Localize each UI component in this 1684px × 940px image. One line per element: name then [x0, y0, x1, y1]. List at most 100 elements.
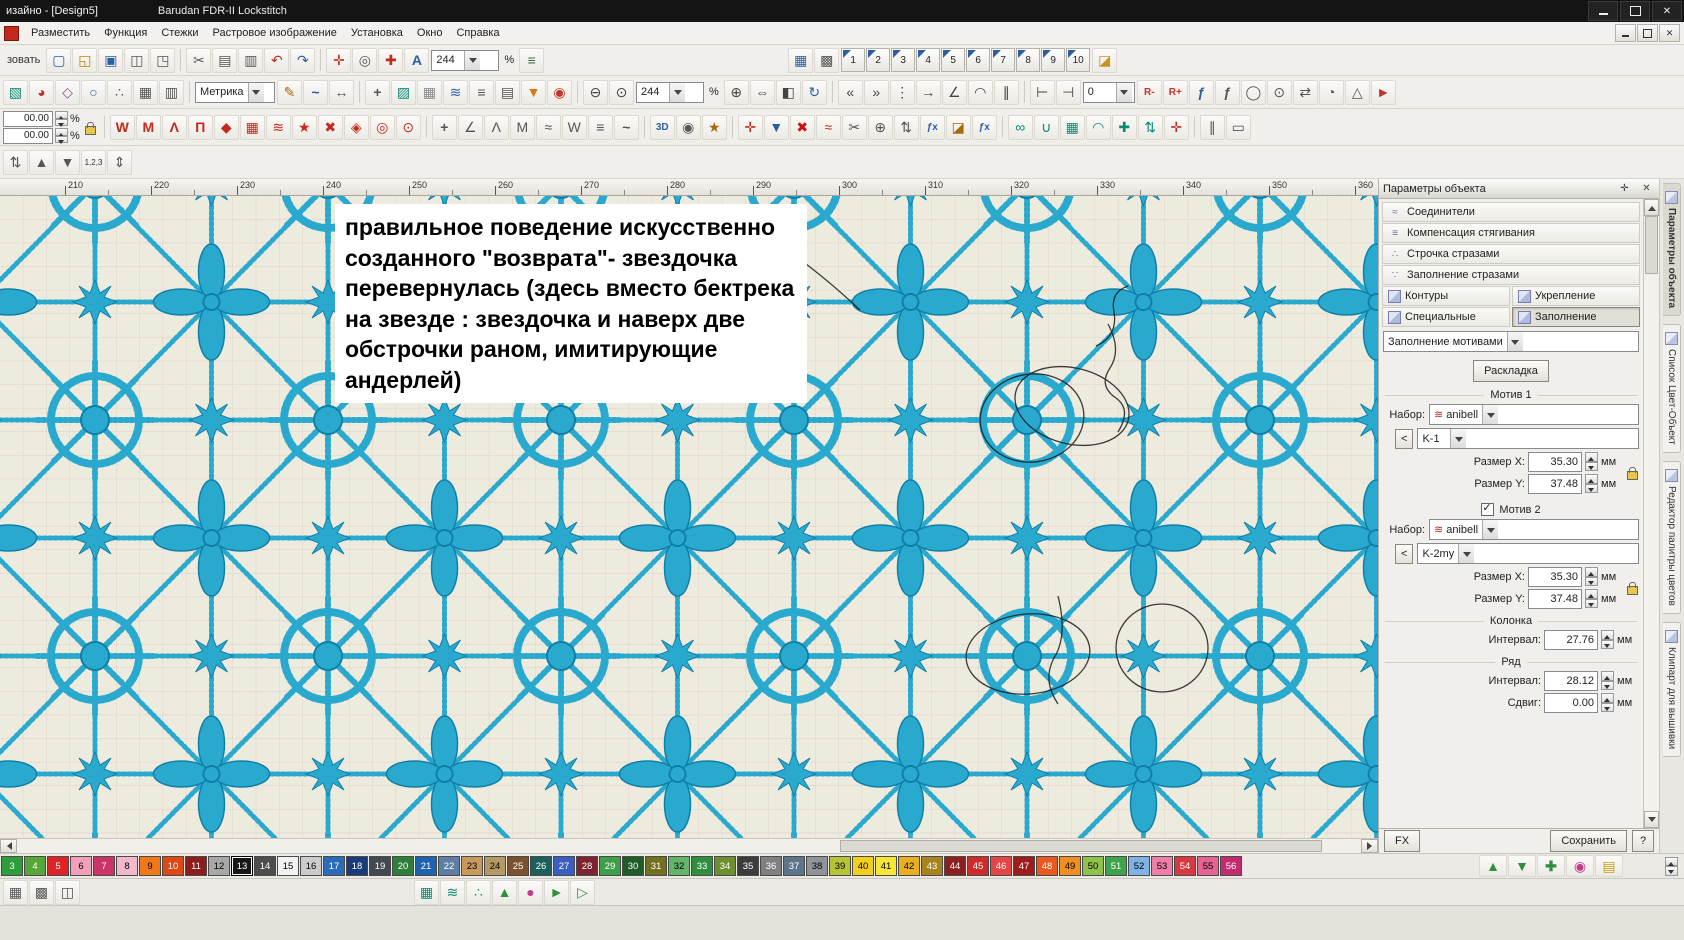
dropdown-arrow-icon[interactable] [1458, 544, 1474, 563]
delete-object-icon[interactable]: ✖ [790, 115, 815, 140]
width-tool-icon[interactable]: W [562, 115, 587, 140]
color-swatch-48[interactable]: 48 [1036, 856, 1058, 876]
motif2-size-x-spinner[interactable] [1585, 567, 1598, 586]
spin-up-button[interactable] [1585, 589, 1598, 599]
dropdown-arrow-icon[interactable] [669, 83, 685, 102]
peak-tool-icon[interactable]: M [510, 115, 535, 140]
spin-up-button[interactable] [1601, 693, 1614, 703]
color-swatch-11[interactable]: 11 [185, 856, 207, 876]
panel-scrollbar[interactable] [1643, 199, 1659, 828]
mesh-stitch-icon[interactable]: ▦ [1060, 115, 1085, 140]
cut-icon[interactable]: ✂ [186, 48, 211, 73]
bitmap-tools-icon[interactable]: ▧ [3, 80, 28, 105]
motif2-set-combo[interactable]: ≋ anibell [1429, 519, 1639, 540]
palette-scroll-down-icon[interactable]: ▼ [1508, 855, 1536, 877]
mdi-close-button[interactable]: ✕ [1659, 24, 1680, 42]
compensation-x-field[interactable]: 00.00 [3, 111, 53, 127]
color-swatch-12[interactable]: 12 [208, 856, 230, 876]
close-panel-icon[interactable]: ✕ [1638, 180, 1655, 197]
color-swatch-41[interactable]: 41 [875, 856, 897, 876]
parallel-guide-icon[interactable]: ∥ [994, 80, 1019, 105]
color-swatch-4[interactable]: 4 [24, 856, 46, 876]
print-design-icon[interactable]: ◫ [124, 48, 149, 73]
monitor-preview-icon[interactable]: ▭ [1226, 115, 1251, 140]
minimize-button[interactable] [1588, 1, 1618, 21]
export-stitches-icon[interactable]: ► [1371, 80, 1396, 105]
rows-mode-icon[interactable]: ≡ [469, 80, 494, 105]
ellipse-tool-icon[interactable]: ○ [81, 80, 106, 105]
color-swatch-30[interactable]: 30 [622, 856, 644, 876]
spin-down-button[interactable] [55, 136, 68, 144]
hoop-frame-9[interactable]: 9 [1041, 48, 1065, 72]
spin-up-button[interactable] [1585, 474, 1598, 484]
menu-item-7[interactable]: Справка [449, 24, 506, 42]
color-swatch-9[interactable]: 9 [139, 856, 161, 876]
scale-tool-icon[interactable]: △ [1345, 80, 1370, 105]
mitre-corners-icon[interactable]: Λ [484, 115, 509, 140]
contour-fill-icon[interactable]: ◈ [344, 115, 369, 140]
fill-mode-combo[interactable]: Заполнение мотивами [1383, 331, 1639, 352]
color-swatch-18[interactable]: 18 [346, 856, 368, 876]
maximize-button[interactable] [1620, 1, 1650, 21]
close-button[interactable]: ✕ [1652, 1, 1682, 21]
fx-button[interactable]: FX [1384, 830, 1420, 852]
tatami-fill-icon[interactable]: ▦ [240, 115, 265, 140]
spin-down-button[interactable] [1585, 484, 1598, 494]
units-combo[interactable]: Метрика [195, 82, 275, 103]
order-up-icon[interactable]: ▲ [29, 150, 54, 175]
angle-lines-icon[interactable]: ∠ [458, 115, 483, 140]
satin-zigzag-icon[interactable]: M [136, 115, 161, 140]
hoop-frame-5[interactable]: 5 [941, 48, 965, 72]
color-swatch-10[interactable]: 10 [162, 856, 184, 876]
split-view-icon[interactable]: ◫ [55, 880, 80, 905]
color-swatch-43[interactable]: 43 [921, 856, 943, 876]
motif2-size-y-spinner[interactable] [1585, 589, 1598, 608]
formula-apply-icon[interactable]: ƒx [972, 115, 997, 140]
machine-view-icon[interactable]: ▲ [492, 880, 517, 905]
dropdown-arrow-icon[interactable] [1507, 332, 1523, 351]
motif2-pattern-combo[interactable]: K-2my [1417, 543, 1639, 564]
tab-palette-editor[interactable]: Редактор палитры цветов [1663, 461, 1681, 614]
satin-peaks-icon[interactable]: Λ [162, 115, 187, 140]
circle-small-icon[interactable]: ⊙ [1267, 80, 1292, 105]
color-swatch-34[interactable]: 34 [714, 856, 736, 876]
new-design-icon[interactable]: ▢ [46, 48, 71, 73]
pin-design-icon[interactable]: ✚ [378, 48, 403, 73]
color-swatch-23[interactable]: 23 [461, 856, 483, 876]
simulate-slow-icon[interactable]: ▷ [570, 880, 595, 905]
motif2-size-x-field[interactable]: 35.30 [1528, 567, 1582, 587]
shape-tool-icon[interactable]: ◇ [55, 80, 80, 105]
measure-end-icon[interactable]: ⊣ [1056, 80, 1081, 105]
compensation-y-field[interactable]: 00.00 [3, 128, 53, 144]
order-spin-icon[interactable]: ⇕ [107, 150, 132, 175]
lock-aspect-icon[interactable] [1627, 586, 1638, 595]
blend-color-icon[interactable]: ◉ [1566, 855, 1594, 877]
zoom-100-icon[interactable]: ⊙ [609, 80, 634, 105]
stitch-angle-icon[interactable]: ✛ [738, 115, 763, 140]
color-swatch-39[interactable]: 39 [829, 856, 851, 876]
stitch-view-icon[interactable]: ≋ [440, 880, 465, 905]
hoop-frame-2[interactable]: 2 [866, 48, 890, 72]
compensation-x-spinner[interactable] [55, 111, 68, 126]
color-swatch-55[interactable]: 55 [1197, 856, 1219, 876]
color-swatch-44[interactable]: 44 [944, 856, 966, 876]
spin-up-button[interactable] [55, 128, 68, 136]
color-swatch-53[interactable]: 53 [1151, 856, 1173, 876]
rotate-minus-icon[interactable]: R- [1137, 80, 1162, 105]
color-swatch-37[interactable]: 37 [783, 856, 805, 876]
spin-down-button[interactable] [1601, 681, 1614, 691]
tab-object-properties[interactable]: Параметры объекта [1663, 183, 1681, 316]
color-swatch-21[interactable]: 21 [415, 856, 437, 876]
color-swatch-29[interactable]: 29 [599, 856, 621, 876]
reshape-node-icon[interactable]: + [432, 115, 457, 140]
motif1-size-x-spinner[interactable] [1585, 452, 1598, 471]
color-swatch-7[interactable]: 7 [93, 856, 115, 876]
needle-position-icon[interactable]: ✛ [1164, 115, 1189, 140]
color-swatch-31[interactable]: 31 [645, 856, 667, 876]
color-swatch-5[interactable]: 5 [47, 856, 69, 876]
function-outline-icon[interactable]: ƒ [1189, 80, 1214, 105]
color-swatch-24[interactable]: 24 [484, 856, 506, 876]
spin-down-button[interactable] [1601, 703, 1614, 713]
bezier-tool-icon[interactable]: ~ [303, 80, 328, 105]
spin-up-button[interactable] [55, 111, 68, 119]
